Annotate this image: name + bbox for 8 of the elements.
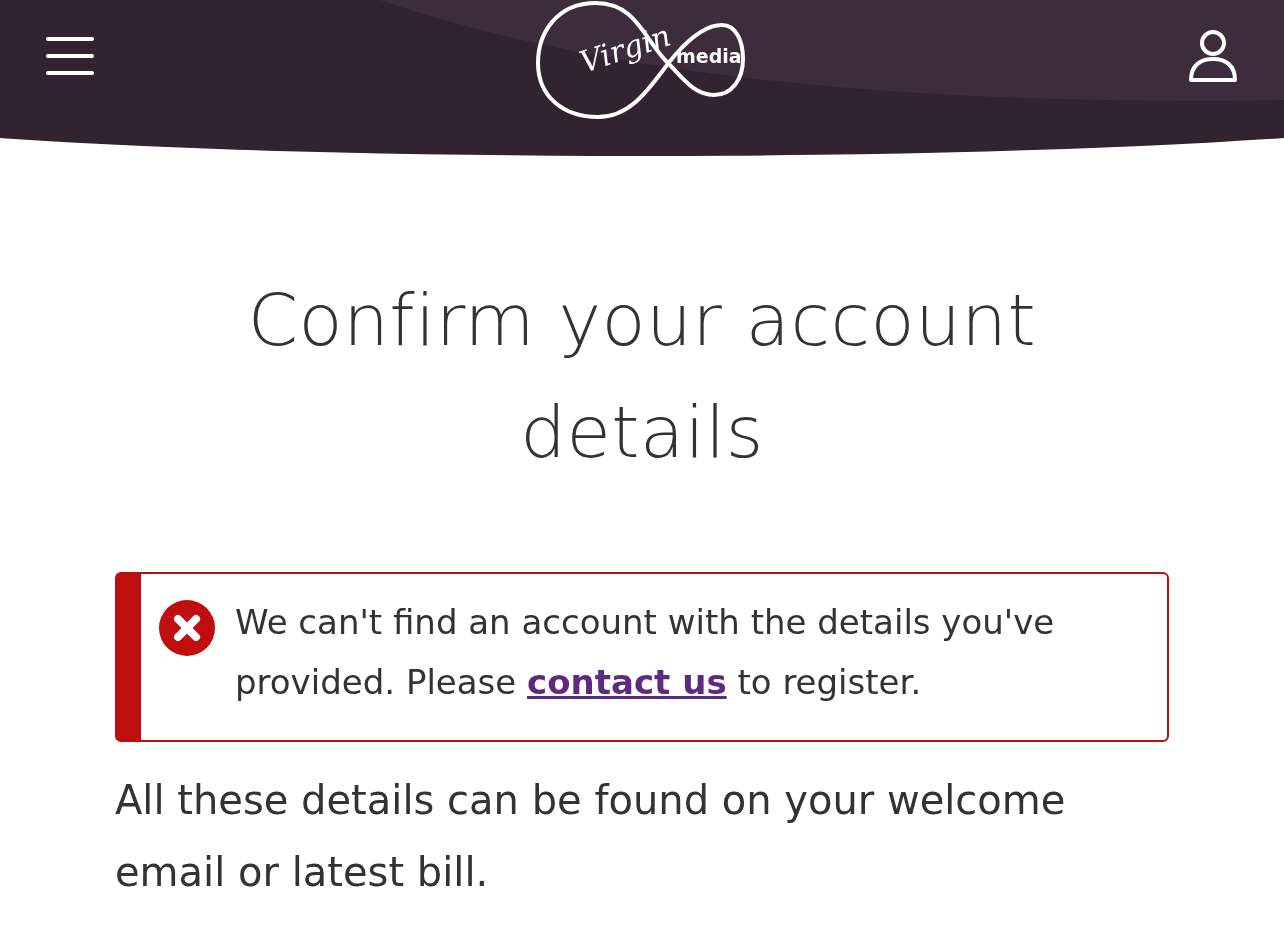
- menu-button[interactable]: [46, 36, 94, 76]
- page-title: Confirm your account details: [246, 277, 1038, 476]
- account-button[interactable]: [1188, 29, 1238, 83]
- error-icon: [159, 600, 215, 656]
- body-text: All these details can be found on your welcome email or latest bill.: [115, 776, 1067, 897]
- error-message: We can't find an account with the details you've provided. Please contact us to register.: [235, 601, 1056, 704]
- brand-logo[interactable]: Virgin media: [536, 0, 746, 121]
- contact-link[interactable]: contact us: [527, 662, 727, 702]
